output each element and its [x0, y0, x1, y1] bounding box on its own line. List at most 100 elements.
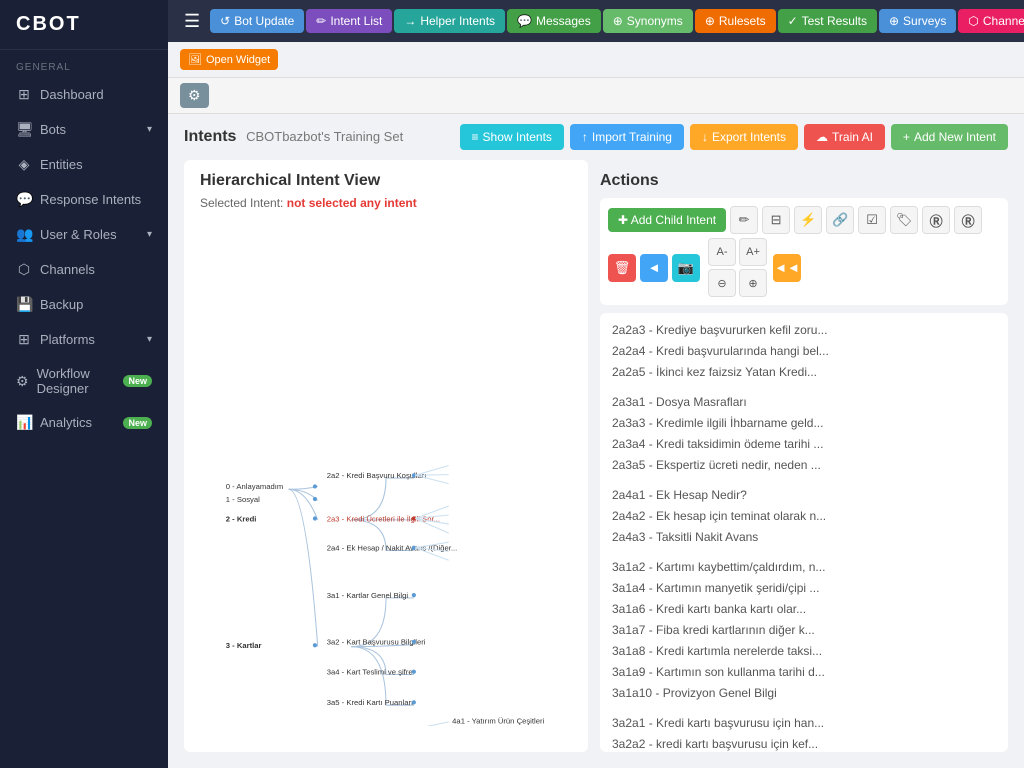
dashboard-icon: ⊞ [16, 86, 32, 103]
list-item[interactable]: 3a2a1 - Kredi kartı başvurusu için han..… [612, 714, 996, 732]
list-item[interactable]: 3a1a7 - Fiba kredi kartlarının diğer k..… [612, 621, 996, 639]
tree-node-3a2[interactable]: 3a2 - Kart Başvurusu Bilgileri [327, 638, 426, 647]
list-item[interactable]: 3a1a2 - Kartımı kaybettim/çaldırdım, n..… [612, 558, 996, 576]
train-icon: ☁ [816, 130, 828, 144]
sidebar-item-bots[interactable]: 🖥 Bots ▾ [0, 112, 168, 147]
synonyms-button[interactable]: ⊕ Synonyms [603, 9, 693, 33]
tree-leaf: 4a1 - Yatırım Ürün Çeşitleri [452, 716, 544, 725]
sidebar-item-platforms[interactable]: ⊞ Platforms ▾ [0, 322, 168, 357]
list-item[interactable]: 2a3a3 - Kredimle ilgili İhbarname geld..… [612, 414, 996, 432]
tree-container[interactable]: 0 - Anlayamadım 1 - Sosyal 2 - Kredi 2a2… [184, 218, 588, 752]
export-intents-button[interactable]: ↓ Export Intents [690, 124, 798, 150]
sidebar-item-user-roles[interactable]: 👥 User & Roles ▾ [0, 217, 168, 252]
sidebar-item-label: Channels [40, 262, 95, 277]
camera-button[interactable]: 📷 [672, 254, 700, 282]
tree-node-2a4[interactable]: 2a4 - Ek Hesap / Nakit Avans /(Diğer... [327, 544, 457, 553]
add-new-intent-button[interactable]: + Add New Intent [891, 124, 1008, 150]
intent-group-3a2: 3a2a1 - Kredi kartı başvurusu için han..… [612, 714, 996, 752]
sidebar-item-label: Dashboard [40, 87, 104, 102]
tree-node-0[interactable]: 0 - Anlayamadım [226, 482, 283, 491]
train-ai-button[interactable]: ☁ Train AI [804, 124, 885, 150]
edit-button[interactable]: ✏ [730, 206, 758, 234]
sidebar-item-backup[interactable]: 💾 Backup [0, 287, 168, 322]
tag-button[interactable]: 🏷 [890, 206, 918, 234]
circle1-button[interactable]: Ⓡ [922, 206, 950, 234]
list-item[interactable]: 3a1a6 - Kredi kartı banka kartı olar... [612, 600, 996, 618]
sidebar-item-dashboard[interactable]: ⊞ Dashboard [0, 77, 168, 112]
sidebar-item-response-intents[interactable]: 💬 Response Intents [0, 182, 168, 217]
list-item[interactable]: 2a3a1 - Dosya Masrafları [612, 393, 996, 411]
list-item[interactable]: 2a3a4 - Kredi taksidimin ödeme tarihi ..… [612, 435, 996, 453]
tree-node-kredi[interactable]: 2 - Kredi [226, 514, 257, 523]
synonyms-icon: ⊕ [613, 14, 623, 28]
list-item[interactable]: 3a1a8 - Kredi kartımla nerelerde taksi..… [612, 642, 996, 660]
list-item[interactable]: 2a2a3 - Krediye başvururken kefil zoru..… [612, 321, 996, 339]
tree-node-2a2[interactable]: 2a2 - Kredi Başvuru Koşulları [327, 471, 427, 480]
helper-intents-button[interactable]: → Helper Intents [394, 9, 505, 33]
bolt-button[interactable]: ⚡ [794, 206, 822, 234]
add-child-button[interactable]: ✚ Add Child Intent [608, 208, 726, 232]
sidebar-item-label: Entities [40, 157, 83, 172]
intent-group-2a3: 2a3a1 - Dosya Masrafları 2a3a3 - Krediml… [612, 393, 996, 474]
messages-button[interactable]: 💬 Messages [507, 9, 601, 33]
new-badge: New [123, 417, 152, 429]
bots-icon: 🖥 [16, 121, 32, 138]
response-icon: 💬 [16, 191, 32, 208]
sidebar-item-label: Workflow Designer [37, 366, 116, 396]
list-item[interactable]: 3a1a10 - Provizyon Genel Bilgi [612, 684, 996, 702]
import-training-button[interactable]: ↑ Import Training [570, 124, 684, 150]
sidebar: CBOT GENERAL ⊞ Dashboard 🖥 Bots ▾ ◈ Enti… [0, 0, 168, 768]
top-navbar: ☰ ↺ Bot Update ✏ Intent List → Helper In… [168, 0, 1024, 42]
tree-node-3a4[interactable]: 3a4 - Kart Teslimi ve şifre [327, 668, 413, 677]
double-arrow-button[interactable]: ◄◄ [773, 254, 801, 282]
tree-node-3a5[interactable]: 3a5 - Kredi Kartı Puanları [327, 698, 413, 707]
workflow-icon: ⚙ [16, 373, 29, 390]
tree-node-1[interactable]: 1 - Sosyal [226, 495, 260, 504]
check-button[interactable]: ☑ [858, 206, 886, 234]
rulesets-button[interactable]: ⊕ Rulesets [695, 9, 776, 33]
zoom-a-plus-button[interactable]: A+ [739, 238, 767, 266]
sidebar-item-entities[interactable]: ◈ Entities [0, 147, 168, 182]
zoom-plus-button[interactable]: ⊕ [739, 269, 767, 297]
intent-group-3a1: 3a1a2 - Kartımı kaybettim/çaldırdım, n..… [612, 558, 996, 702]
link-button[interactable]: 🔗 [826, 206, 854, 234]
sidebar-item-analytics[interactable]: 📊 Analytics New [0, 405, 168, 440]
sidebar-item-channels[interactable]: ⬡ Channels [0, 252, 168, 287]
intent-list-button[interactable]: ✏ Intent List [306, 9, 392, 33]
list-item[interactable]: 2a4a1 - Ek Hesap Nedir? [612, 486, 996, 504]
actions-panel: Actions ✚ Add Child Intent ✏ ⊟ ⚡ 🔗 ☑ 🏷 Ⓡ… [588, 160, 1008, 752]
channels-icon: ⬡ [16, 261, 32, 278]
delete-button[interactable]: 🗑 [608, 254, 636, 282]
channels-nav-button[interactable]: ⬡ Channels [958, 9, 1024, 33]
zoom-minus-button[interactable]: ⊖ [708, 269, 736, 297]
hierarchy-title: Hierarchical Intent View [184, 160, 588, 194]
channels-nav-icon: ⬡ [968, 14, 978, 28]
arrow-left-button[interactable]: ◄ [640, 254, 668, 282]
zoom-a-minus-button[interactable]: A- [708, 238, 736, 266]
test-icon: ✓ [788, 14, 798, 28]
tree-node-kartlar[interactable]: 3 - Kartlar [226, 641, 262, 650]
list-item[interactable]: 2a4a2 - Ek hesap için teminat olarak n..… [612, 507, 996, 525]
hamburger-button[interactable]: ☰ [176, 7, 208, 36]
open-widget-button[interactable]: 🖼 Open Widget [180, 49, 278, 70]
sidebar-item-label: Bots [40, 122, 66, 137]
new-badge: New [123, 375, 152, 387]
list-item[interactable]: 3a1a4 - Kartımın manyetik şeridi/çipi ..… [612, 579, 996, 597]
show-intents-button[interactable]: ≡ Show Intents [460, 124, 564, 150]
surveys-button[interactable]: ⊕ Surveys [879, 9, 956, 33]
test-results-button[interactable]: ✓ Test Results [778, 9, 877, 33]
list-item[interactable]: 2a2a5 - İkinci kez faizsiz Yatan Kredi..… [612, 363, 996, 381]
bot-update-icon: ↺ [220, 14, 230, 28]
circle2-button[interactable]: Ⓡ [954, 206, 982, 234]
gear-button[interactable]: ⚙ [180, 83, 209, 108]
list-item[interactable]: 2a3a5 - Ekspertiz ücreti nedir, neden ..… [612, 456, 996, 474]
tree-node-3a1[interactable]: 3a1 - Kartlar Genel Bilgi [327, 591, 409, 600]
list-item[interactable]: 2a2a4 - Kredi başvurularında hangi bel..… [612, 342, 996, 360]
list-item[interactable]: 3a1a9 - Kartımın son kullanma tarihi d..… [612, 663, 996, 681]
add-icon: + [903, 130, 910, 144]
sidebar-item-workflow[interactable]: ⚙ Workflow Designer New [0, 357, 168, 405]
list-item[interactable]: 2a4a3 - Taksitli Nakit Avans [612, 528, 996, 546]
bot-update-button[interactable]: ↺ Bot Update [210, 9, 304, 33]
table-button[interactable]: ⊟ [762, 206, 790, 234]
list-item[interactable]: 3a2a2 - kredi kartı başvurusu için kef..… [612, 735, 996, 752]
